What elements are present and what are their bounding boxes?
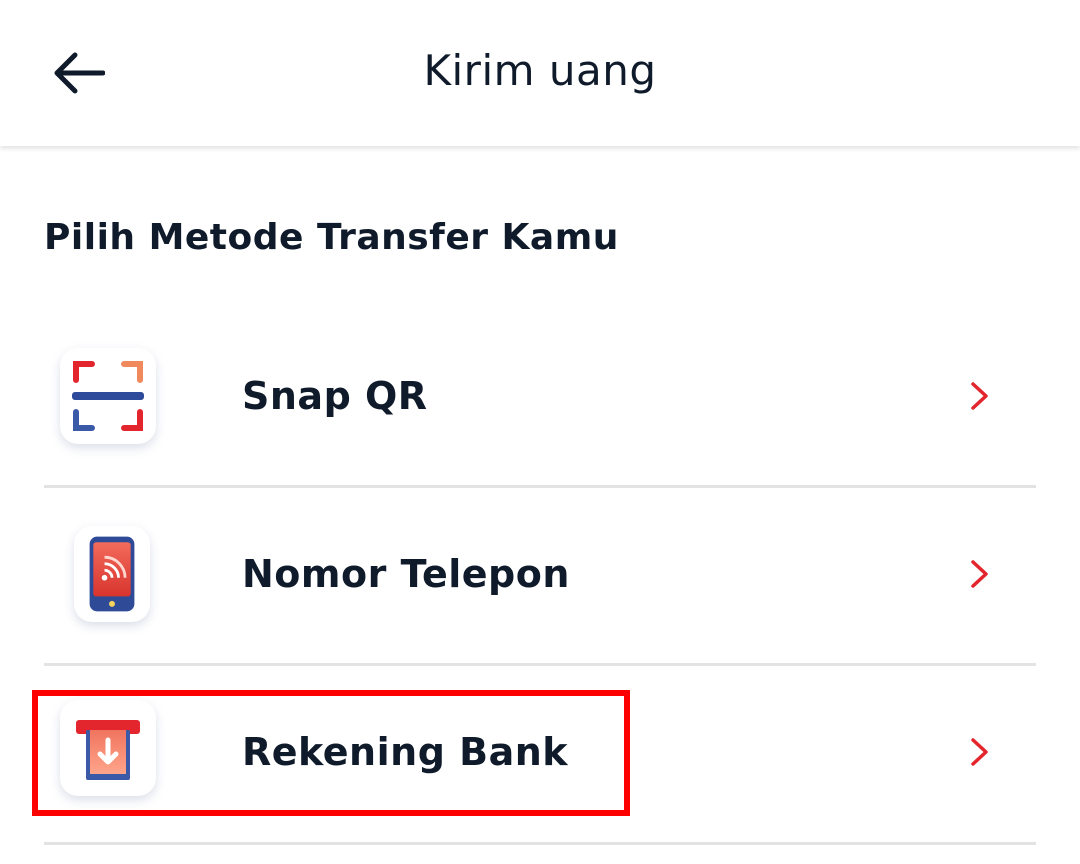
phone-icon (74, 526, 150, 622)
method-item-snap-qr[interactable]: Snap QR (44, 310, 1036, 486)
method-label: Nomor Telepon (242, 552, 570, 596)
method-item-nomor-telepon[interactable]: Nomor Telepon (44, 488, 1036, 664)
divider (44, 842, 1036, 845)
qr-scan-icon (60, 348, 156, 444)
method-label: Rekening Bank (242, 730, 569, 774)
chevron-right-icon (971, 382, 988, 410)
app-bar: Kirim uang (0, 0, 1080, 146)
method-label: Snap QR (242, 374, 428, 418)
chevron-right-icon (971, 560, 988, 588)
method-item-rekening-bank[interactable]: Rekening Bank (44, 666, 1036, 842)
page-title: Kirim uang (423, 46, 657, 95)
chevron-right-icon (971, 738, 988, 766)
bank-transfer-icon (60, 700, 156, 796)
section-title: Pilih Metode Transfer Kamu (44, 217, 619, 258)
